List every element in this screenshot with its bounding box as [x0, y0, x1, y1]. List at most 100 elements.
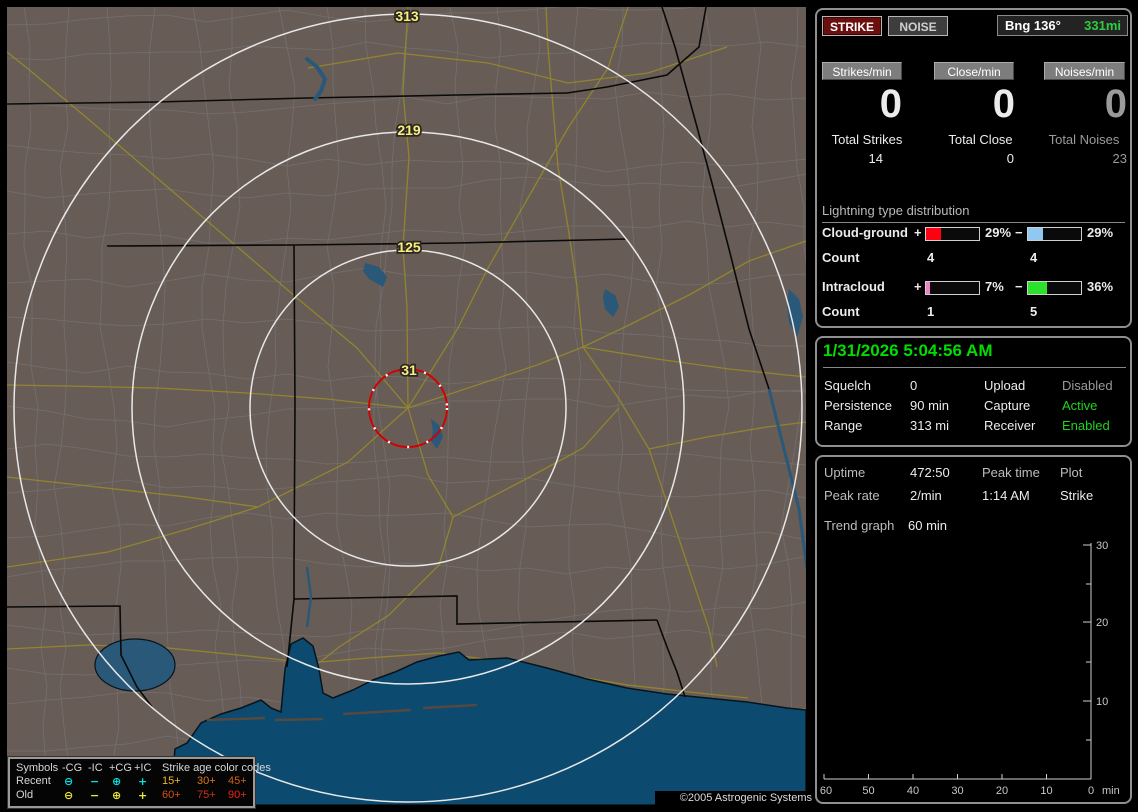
- trend-graph-label: Trend graph: [824, 518, 895, 533]
- neg-cg-count: 4: [1030, 250, 1038, 265]
- age-code-60: 60+: [162, 789, 181, 801]
- ring-label-31: 31: [401, 362, 417, 378]
- ring-label-313: 313: [395, 8, 419, 24]
- neg-ic-bar: [1027, 281, 1082, 295]
- ring-label-219: 219: [397, 122, 421, 138]
- intracloud-label: Intracloud: [822, 279, 885, 294]
- x-tick-20: 20: [996, 785, 1008, 797]
- squelch-value: 0: [910, 378, 918, 393]
- legend-age-header: Strike age color codes: [162, 762, 271, 774]
- plus-icon: +: [138, 775, 148, 788]
- circle-plus-icon: ⊕: [112, 789, 122, 802]
- lightning-map: 313 219 125 31: [7, 7, 806, 805]
- ring-label-125: 125: [397, 239, 421, 255]
- age-code-15: 15+: [162, 775, 181, 787]
- legend-col-pos-ic: +IC: [134, 762, 152, 774]
- circle-minus-icon: ⊖: [64, 775, 74, 788]
- total-close-value: 0: [1006, 151, 1014, 166]
- plot-label: Plot: [1060, 465, 1083, 480]
- pos-ic-count: 1: [927, 304, 935, 319]
- trend-panel: Uptime 472:50 Peak time Plot Peak rate 2…: [815, 455, 1132, 804]
- total-close-label: Total Close: [948, 132, 1013, 147]
- peak-rate-label: Peak rate: [824, 488, 880, 503]
- receiver-state: Enabled: [1062, 418, 1110, 433]
- legend-symbols-header: Symbols: [16, 762, 59, 774]
- x-tick-10: 10: [1040, 785, 1052, 797]
- age-code-45: 45+: [228, 775, 247, 787]
- bearing-distance: 331mi: [1084, 18, 1121, 33]
- circle-plus-icon: ⊕: [112, 775, 122, 788]
- bearing-display: Bng 136° 331mi: [997, 15, 1128, 36]
- y-tick-20: 20: [1096, 617, 1108, 629]
- receiver-label: Receiver: [984, 418, 1036, 433]
- legend-col-neg-ic: -IC: [88, 762, 103, 774]
- distribution-title: Lightning type distribution: [822, 203, 1125, 223]
- trend-graph-value: 60 min: [908, 518, 948, 533]
- neg-ic-pct: 36%: [1087, 279, 1114, 294]
- noise-button[interactable]: NOISE: [888, 16, 948, 36]
- cloud-ground-label: Cloud-ground: [822, 225, 908, 240]
- close-per-min-chip: Close/min: [934, 62, 1014, 80]
- age-code-75: 75+: [197, 789, 216, 801]
- count-label: Count: [822, 250, 860, 265]
- noises-per-min-chip: Noises/min: [1044, 62, 1125, 80]
- total-noises-label: Total Noises: [1048, 132, 1120, 147]
- y-tick-30: 30: [1096, 540, 1108, 552]
- y-tick-10: 10: [1096, 696, 1108, 708]
- minus-sign: −: [1015, 225, 1023, 240]
- plot-mode-value: Strike: [1060, 488, 1094, 503]
- persistence-label: Persistence: [824, 398, 892, 413]
- plus-sign: +: [914, 279, 922, 294]
- persistence-value: 90 min: [910, 398, 950, 413]
- upload-state: Disabled: [1062, 378, 1113, 393]
- strikes-per-min-chip: Strikes/min: [822, 62, 902, 80]
- copyright-text: ©2005 Astrogenic Systems: [655, 791, 814, 805]
- legend-recent-label: Recent: [16, 775, 51, 787]
- counters-panel: STRIKE NOISE Bng 136° 331mi Strikes/min …: [815, 8, 1132, 328]
- circle-minus-icon: ⊖: [64, 789, 74, 802]
- x-tick-60: 60: [820, 785, 832, 797]
- trend-graph: 30 20 10 60 50 40 30 20 10 0 min: [820, 540, 1120, 797]
- capture-label: Capture: [984, 398, 1031, 413]
- map-panel[interactable]: 313 219 125 31 Symbols -CG -IC +CG +IC S…: [7, 7, 814, 809]
- upload-label: Upload: [984, 378, 1026, 393]
- legend-col-pos-cg: +CG: [109, 762, 132, 774]
- pos-cg-count: 4: [927, 250, 935, 265]
- app-window: 313 219 125 31 Symbols -CG -IC +CG +IC S…: [0, 0, 1138, 812]
- status-panel: 1/31/2026 5:04:56 AM Squelch 0 Upload Di…: [815, 336, 1132, 447]
- peak-time-value: 1:14 AM: [982, 488, 1030, 503]
- capture-state: Active: [1062, 398, 1098, 413]
- neg-cg-bar: [1027, 227, 1082, 241]
- strike-button[interactable]: STRIKE: [822, 16, 882, 36]
- x-axis-unit: min: [1102, 785, 1120, 797]
- legend-col-neg-cg: -CG: [62, 762, 83, 774]
- total-strikes-label: Total Strikes: [831, 132, 903, 147]
- plus-sign: +: [914, 225, 922, 240]
- strikes-per-min-value: 0: [879, 82, 902, 126]
- total-noises-value: 23: [1112, 151, 1127, 166]
- noises-per-min-value: 0: [1104, 82, 1127, 126]
- x-tick-40: 40: [907, 785, 919, 797]
- pos-cg-bar: [925, 227, 980, 241]
- range-label: Range: [824, 418, 863, 433]
- plus-icon: +: [138, 789, 148, 802]
- range-value: 313 mi: [910, 418, 950, 433]
- uptime-label: Uptime: [824, 465, 866, 480]
- total-strikes-value: 14: [868, 151, 883, 166]
- squelch-label: Squelch: [824, 378, 871, 393]
- pos-ic-pct: 7%: [985, 279, 1004, 294]
- datetime-display: 1/31/2026 5:04:56 AM: [823, 341, 1126, 368]
- peak-rate-value: 2/min: [910, 488, 942, 503]
- minus-sign: −: [1015, 279, 1023, 294]
- uptime-value: 472:50: [910, 465, 950, 480]
- close-per-min-value: 0: [992, 82, 1015, 126]
- neg-cg-pct: 29%: [1087, 225, 1114, 240]
- x-tick-50: 50: [862, 785, 874, 797]
- count-label: Count: [822, 304, 860, 319]
- neg-ic-count: 5: [1030, 304, 1038, 319]
- minus-icon: −: [90, 775, 100, 788]
- x-tick-0: 0: [1088, 785, 1094, 797]
- age-code-90: 90+: [228, 789, 247, 801]
- legend-old-label: Old: [16, 789, 34, 801]
- minus-icon: −: [90, 789, 100, 802]
